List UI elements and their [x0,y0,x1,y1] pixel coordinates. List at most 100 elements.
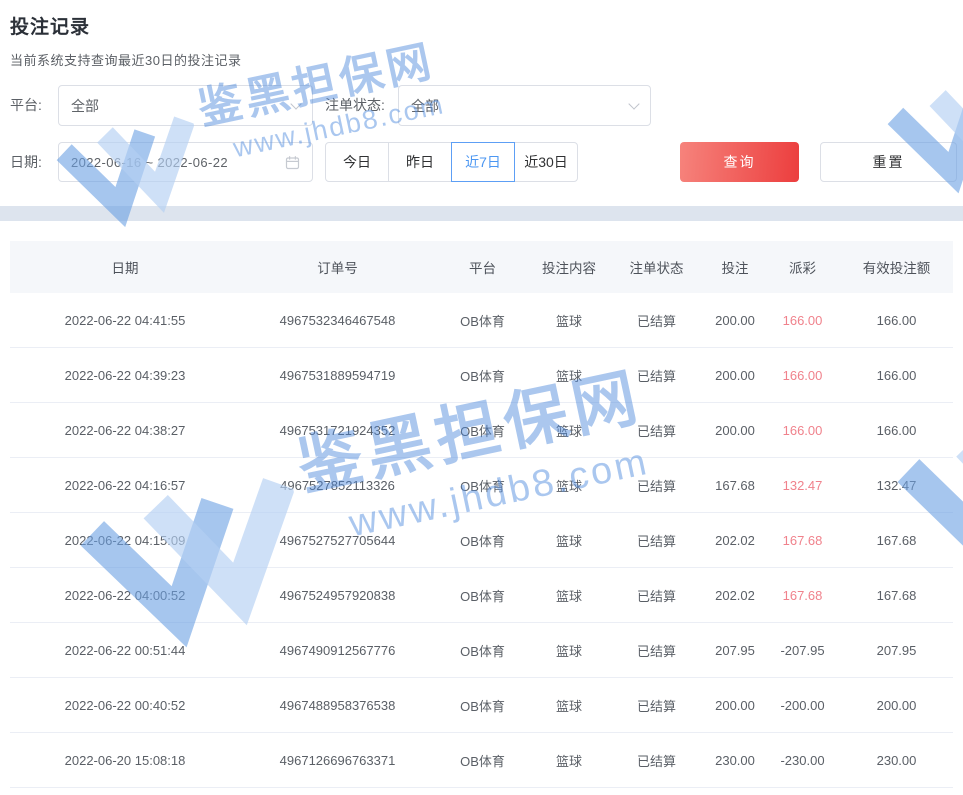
cell-valid-bet: 166.00 [840,423,953,438]
cell-status: 已结算 [608,751,705,770]
betting-records-page: { "page": { "title": "投注记录", "subtitle":… [0,0,963,795]
table-row: 2022-06-22 00:40:524967488958376538OB体育篮… [10,678,953,733]
column-header-6: 投注 [705,257,765,277]
query-button[interactable]: 查询 [680,142,799,182]
cell-bet: 207.95 [705,643,765,658]
cell-valid-bet: 167.68 [840,533,953,548]
cell-date: 2022-06-22 04:41:55 [10,313,240,328]
cell-content: 篮球 [530,476,608,495]
cell-order-no: 4967488958376538 [240,698,435,713]
watermark-partial [877,60,963,211]
table-row: 2022-06-22 04:39:234967531889594719OB体育篮… [10,348,953,403]
cell-payout: -207.95 [765,643,840,658]
cell-status: 已结算 [608,696,705,715]
date-range-input[interactable]: 2022-06-16 ~ 2022-06-22 [58,142,313,182]
date-label: 日期: [10,142,42,182]
column-header-2: 订单号 [240,257,435,277]
cell-order-no: 4967490912567776 [240,643,435,658]
page-subtitle: 当前系统支持查询最近30日的投注记录 [10,50,241,69]
cell-order-no: 4967531721924352 [240,423,435,438]
cell-order-no: 4967527527705644 [240,533,435,548]
cell-valid-bet: 132.47 [840,478,953,493]
cell-payout: 132.47 [765,478,840,493]
cell-content: 篮球 [530,751,608,770]
cell-valid-bet: 200.00 [840,698,953,713]
cell-platform: OB体育 [435,751,530,770]
quick-range-group: 今日昨日近7日近30日 [325,142,578,182]
cell-content: 篮球 [530,366,608,385]
cell-bet: 230.00 [705,753,765,768]
cell-status: 已结算 [608,586,705,605]
cell-date: 2022-06-22 00:51:44 [10,643,240,658]
cell-platform: OB体育 [435,586,530,605]
quick-range-button-last7days[interactable]: 近7日 [451,142,515,182]
table-header-row: 日期订单号平台投注内容注单状态投注派彩有效投注额 [10,241,953,293]
cell-status: 已结算 [608,641,705,660]
cell-order-no: 4967126696763371 [240,753,435,768]
cell-bet: 202.02 [705,533,765,548]
cell-valid-bet: 167.68 [840,588,953,603]
page-title: 投注记录 [10,12,90,39]
chevron-down-icon [290,98,301,109]
cell-bet: 200.00 [705,423,765,438]
brand-logo-icon [877,60,963,211]
cell-payout: 166.00 [765,368,840,383]
cell-payout: -200.00 [765,698,840,713]
cell-payout: -230.00 [765,753,840,768]
cell-date: 2022-06-22 04:39:23 [10,368,240,383]
calendar-icon [285,155,300,170]
cell-date: 2022-06-22 04:38:27 [10,423,240,438]
table-row: 2022-06-22 04:38:274967531721924352OB体育篮… [10,403,953,458]
cell-content: 篮球 [530,531,608,550]
platform-select[interactable]: 全部 [58,85,313,126]
cell-payout: 166.00 [765,313,840,328]
cell-date: 2022-06-22 04:15:09 [10,533,240,548]
status-label: 注单状态: [325,85,385,126]
column-header-5: 注单状态 [608,257,705,277]
cell-payout: 166.00 [765,423,840,438]
cell-platform: OB体育 [435,641,530,660]
cell-content: 篮球 [530,586,608,605]
cell-platform: OB体育 [435,421,530,440]
quick-range-button-last30days[interactable]: 近30日 [514,142,578,182]
cell-platform: OB体育 [435,311,530,330]
cell-order-no: 4967524957920838 [240,588,435,603]
cell-status: 已结算 [608,531,705,550]
cell-bet: 202.02 [705,588,765,603]
table-row: 2022-06-22 00:51:444967490912567776OB体育篮… [10,623,953,678]
status-select-value: 全部 [411,96,439,116]
cell-status: 已结算 [608,311,705,330]
platform-label: 平台: [10,85,42,126]
cell-date: 2022-06-22 00:40:52 [10,698,240,713]
cell-valid-bet: 166.00 [840,313,953,328]
reset-button[interactable]: 重置 [820,142,957,182]
cell-status: 已结算 [608,366,705,385]
cell-content: 篮球 [530,696,608,715]
status-select[interactable]: 全部 [398,85,651,126]
quick-range-button-today[interactable]: 今日 [325,142,389,182]
column-header-1: 日期 [10,257,240,277]
cell-payout: 167.68 [765,533,840,548]
cell-bet: 200.00 [705,698,765,713]
quick-range-button-yesterday[interactable]: 昨日 [388,142,452,182]
platform-select-value: 全部 [71,96,99,116]
cell-payout: 167.68 [765,588,840,603]
cell-date: 2022-06-22 04:16:57 [10,478,240,493]
cell-status: 已结算 [608,421,705,440]
table-row: 2022-06-22 04:16:574967527852113326OB体育篮… [10,458,953,513]
cell-order-no: 4967532346467548 [240,313,435,328]
cell-valid-bet: 166.00 [840,368,953,383]
chevron-down-icon [628,98,639,109]
cell-content: 篮球 [530,421,608,440]
cell-bet: 167.68 [705,478,765,493]
column-header-3: 平台 [435,257,530,277]
cell-date: 2022-06-20 15:08:18 [10,753,240,768]
cell-platform: OB体育 [435,696,530,715]
cell-bet: 200.00 [705,313,765,328]
table-row: 2022-06-22 04:15:094967527527705644OB体育篮… [10,513,953,568]
column-header-7: 派彩 [765,257,840,277]
section-divider-band [0,206,963,221]
cell-content: 篮球 [530,311,608,330]
cell-date: 2022-06-22 04:00:52 [10,588,240,603]
cell-order-no: 4967527852113326 [240,478,435,493]
